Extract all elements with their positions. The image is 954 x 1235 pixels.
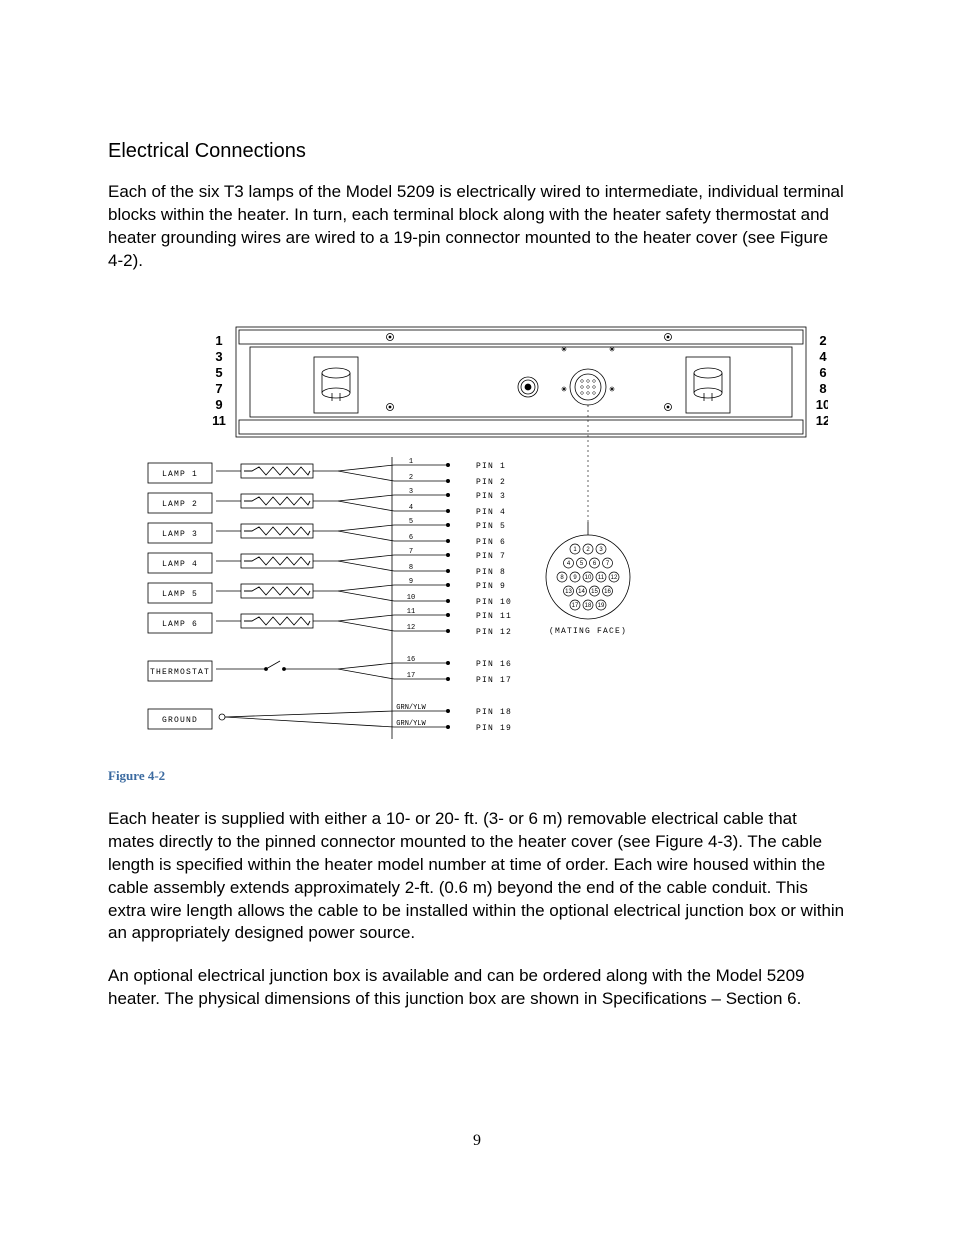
paragraph-1: Each of the six T3 lamps of the Model 52… [108,181,846,273]
svg-text:8: 8 [819,381,826,396]
svg-text:2: 2 [409,474,413,482]
figure-caption: Figure 4-2 [108,768,846,784]
figure-4-2: 135791124681012LAMP 112PIN 1PIN 2LAMP 23… [108,317,846,762]
svg-text:PIN 3: PIN 3 [476,492,506,501]
page-number: 9 [0,1132,954,1150]
svg-text:15: 15 [591,589,598,595]
svg-text:5: 5 [215,365,222,380]
svg-text:PIN 19: PIN 19 [476,724,512,733]
paragraph-3: An optional electrical junction box is a… [108,965,846,1011]
svg-text:THERMOSTAT: THERMOSTAT [150,668,210,677]
svg-text:PIN 16: PIN 16 [476,660,512,669]
svg-text:9: 9 [215,397,222,412]
svg-text:11: 11 [407,608,415,616]
svg-text:7: 7 [409,548,413,556]
svg-text:GRN/YLW: GRN/YLW [396,720,426,728]
svg-text:12: 12 [407,624,415,632]
svg-text:12: 12 [611,575,618,581]
svg-text:6: 6 [409,534,413,542]
svg-text:16: 16 [604,589,611,595]
svg-text:19: 19 [598,603,605,609]
svg-text:18: 18 [585,603,592,609]
svg-text:7: 7 [606,561,610,567]
svg-text:17: 17 [407,672,415,680]
svg-text:PIN 11: PIN 11 [476,612,512,621]
svg-text:11: 11 [598,575,605,581]
svg-text:1: 1 [573,547,577,553]
svg-text:10: 10 [407,594,415,602]
svg-text:10: 10 [816,397,828,412]
section-title: Electrical Connections [108,140,846,163]
svg-text:PIN 2: PIN 2 [476,478,506,487]
svg-text:10: 10 [585,575,592,581]
svg-text:(MATING FACE): (MATING FACE) [549,627,627,636]
svg-text:PIN 9: PIN 9 [476,582,506,591]
svg-text:PIN 18: PIN 18 [476,708,512,717]
svg-text:LAMP 4: LAMP 4 [162,560,198,569]
svg-text:GRN/YLW: GRN/YLW [396,704,426,712]
svg-text:13: 13 [565,589,572,595]
svg-text:16: 16 [407,656,415,664]
svg-text:PIN 10: PIN 10 [476,598,512,607]
svg-text:2: 2 [586,547,590,553]
svg-text:PIN 12: PIN 12 [476,628,512,637]
svg-text:9: 9 [573,575,577,581]
svg-text:7: 7 [215,381,222,396]
svg-text:PIN 6: PIN 6 [476,538,506,547]
svg-text:17: 17 [572,603,579,609]
svg-text:4: 4 [409,504,413,512]
svg-text:LAMP 3: LAMP 3 [162,530,198,539]
svg-text:8: 8 [560,575,564,581]
paragraph-2: Each heater is supplied with either a 10… [108,808,846,946]
svg-text:4: 4 [819,349,827,364]
svg-text:1: 1 [409,458,413,466]
svg-text:6: 6 [593,561,597,567]
svg-text:8: 8 [409,564,413,572]
svg-text:PIN 8: PIN 8 [476,568,506,577]
svg-text:4: 4 [567,561,571,567]
svg-text:12: 12 [816,413,828,428]
svg-text:PIN 7: PIN 7 [476,552,506,561]
svg-text:LAMP 1: LAMP 1 [162,470,198,479]
svg-text:5: 5 [409,518,413,526]
svg-text:PIN 4: PIN 4 [476,508,506,517]
svg-text:3: 3 [409,488,413,496]
svg-text:14: 14 [578,589,585,595]
svg-text:GROUND: GROUND [162,716,198,725]
svg-text:11: 11 [212,413,226,428]
svg-text:2: 2 [819,333,826,348]
svg-text:6: 6 [819,365,826,380]
svg-text:5: 5 [580,561,584,567]
svg-text:3: 3 [215,349,222,364]
svg-text:LAMP 5: LAMP 5 [162,590,198,599]
svg-text:9: 9 [409,578,413,586]
svg-text:PIN 17: PIN 17 [476,676,512,685]
svg-text:PIN 1: PIN 1 [476,462,506,471]
svg-text:1: 1 [215,333,222,348]
svg-text:LAMP 2: LAMP 2 [162,500,198,509]
svg-text:3: 3 [599,547,603,553]
svg-text:LAMP 6: LAMP 6 [162,620,198,629]
svg-text:PIN 5: PIN 5 [476,522,506,531]
